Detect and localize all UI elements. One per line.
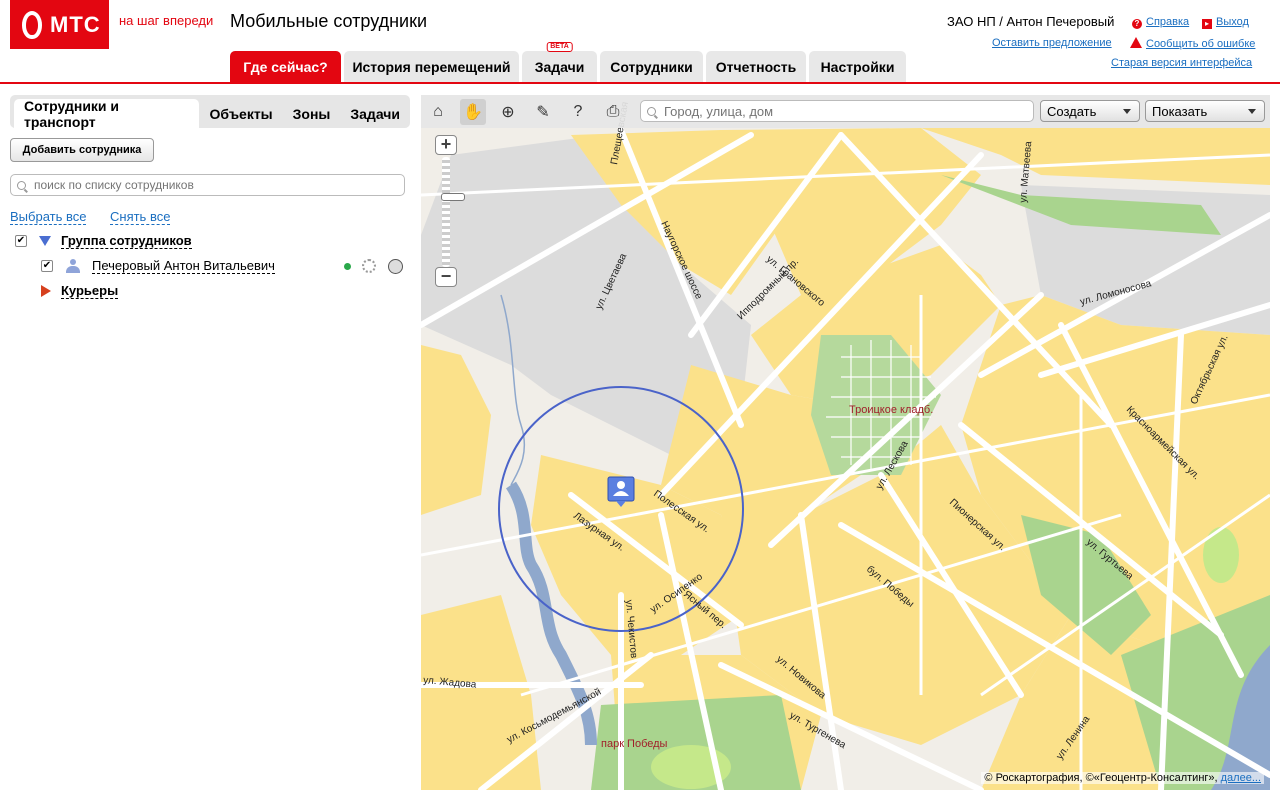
print-icon[interactable]: ⎙: [600, 99, 626, 125]
tab-label: История перемещений: [352, 59, 511, 75]
panel-tab-tasks[interactable]: Задачи: [340, 99, 410, 128]
slogan: на шаг впереди: [119, 13, 214, 28]
zoom-slider-handle[interactable]: [441, 193, 465, 201]
tab-movement-history[interactable]: История перемещений: [344, 51, 519, 83]
online-status-icon: [344, 262, 351, 270]
zoom-control: + −: [435, 135, 465, 290]
employee-search-input[interactable]: [34, 178, 374, 192]
person-icon: [65, 259, 81, 273]
ruler-icon[interactable]: ✎: [530, 99, 556, 125]
suggest-link[interactable]: Оставить предложение: [992, 37, 1112, 49]
employee-checkbox[interactable]: ✔: [41, 260, 53, 272]
create-dropdown-label: Создать: [1047, 103, 1097, 119]
expand-right-icon[interactable]: [41, 285, 51, 297]
show-dropdown-label: Показать: [1152, 103, 1208, 119]
tree-group-couriers: Курьеры: [10, 282, 410, 300]
map-search-box: [640, 100, 1034, 122]
park-label: парк Победы: [601, 738, 668, 750]
tab-where-now[interactable]: Где сейчас?: [230, 51, 341, 83]
group-couriers-label[interactable]: Курьеры: [61, 283, 119, 299]
tab-tasks[interactable]: BETA Задачи: [522, 42, 597, 83]
report-error-link[interactable]: Сообщить об ошибке: [1130, 37, 1255, 50]
beta-badge: BETA: [546, 42, 573, 52]
tree-group-employees: ✔ Группа сотрудников: [10, 232, 410, 250]
tab-employees[interactable]: Сотрудники: [600, 51, 703, 83]
tab-reports[interactable]: Отчетность: [706, 51, 806, 83]
expand-down-icon[interactable]: [39, 236, 51, 246]
add-employee-button[interactable]: Добавить сотрудника: [10, 138, 154, 162]
tab-label: Задачи: [534, 59, 585, 75]
header: МТС на шаг впереди Мобильные сотрудники …: [0, 0, 1280, 84]
copyright-text: © Роскартография, ©«Геоцентр-Консалтинг»…: [984, 772, 1218, 784]
home-icon[interactable]: ⌂: [425, 99, 451, 125]
search-icon: [17, 180, 26, 190]
loading-spinner-icon: [362, 259, 376, 273]
show-dropdown[interactable]: Показать: [1145, 100, 1265, 122]
mts-egg-icon: [22, 10, 42, 39]
tab-label: Сотрудники: [610, 59, 693, 75]
warning-icon: [1130, 37, 1142, 48]
zoom-area-icon[interactable]: ⊕: [495, 99, 521, 125]
deselect-all-link[interactable]: Снять все: [110, 209, 171, 225]
panel-tab-employees-transport[interactable]: Сотрудники и транспорт: [14, 98, 200, 130]
logo-text: МТС: [50, 11, 101, 37]
panel-tab-objects[interactable]: Объекты: [199, 99, 282, 128]
chevron-down-icon: [1123, 109, 1131, 114]
main-nav-tabs: Где сейчас? История перемещений BETA Зада…: [230, 42, 906, 83]
panel-tabs: Сотрудники и транспорт Объекты Зоны Зада…: [10, 95, 410, 130]
group-employees-label[interactable]: Группа сотрудников: [61, 233, 192, 249]
map-canvas[interactable]: Троицкое кладб. парк Победы Полесская ул…: [421, 95, 1270, 790]
employee-panel: Сотрудники и транспорт Объекты Зоны Зада…: [10, 95, 410, 795]
header-divider: [0, 82, 1280, 84]
zoom-slider-track[interactable]: [441, 157, 465, 267]
help-icon: ?: [1132, 19, 1142, 29]
select-all-link[interactable]: Выбрать все: [10, 209, 87, 225]
employee-name[interactable]: Печеровый Антон Витальевич: [92, 258, 275, 274]
help-label: Справка: [1146, 16, 1190, 28]
search-icon: [647, 106, 656, 116]
tab-label: Настройки: [820, 59, 895, 75]
zoom-out-button[interactable]: −: [435, 267, 457, 287]
user-name: ЗАО НП / Антон Печеровый: [947, 14, 1115, 29]
map-copyright: © Роскартография, ©«Геоцентр-Консалтинг»…: [981, 772, 1264, 784]
app-title: Мобильные сотрудники: [230, 11, 428, 31]
tree-employee-row: ✔ Печеровый Антон Витальевич: [10, 257, 410, 275]
zoom-in-button[interactable]: +: [435, 135, 457, 155]
cemetery-label: Троицкое кладб.: [849, 404, 933, 416]
map-toolbar: ⌂ ✋ ⊕ ✎ ? ⎙ Создать Показать: [421, 95, 1270, 128]
info-cursor-icon[interactable]: ?: [565, 99, 591, 125]
copyright-more-link[interactable]: далее...: [1221, 772, 1261, 784]
employee-location-marker[interactable]: [607, 476, 635, 508]
help-link[interactable]: ? Справка: [1132, 16, 1189, 29]
map-area[interactable]: Троицкое кладб. парк Победы Полесская ул…: [421, 95, 1270, 790]
old-interface-link[interactable]: Старая версия интерфейса: [1111, 57, 1252, 69]
logout-link[interactable]: ▸ Выход: [1202, 16, 1249, 29]
group-employees-checkbox[interactable]: ✔: [15, 235, 27, 247]
mts-logo[interactable]: МТС: [10, 0, 109, 49]
tab-label: Где сейчас?: [243, 59, 328, 75]
tab-settings[interactable]: Настройки: [809, 51, 906, 83]
panel-tab-zones[interactable]: Зоны: [283, 99, 341, 128]
tab-label: Отчетность: [715, 59, 797, 75]
logout-label: Выход: [1216, 16, 1249, 28]
clock-icon[interactable]: [388, 258, 403, 274]
employee-search-box: [10, 174, 405, 196]
logout-icon: ▸: [1202, 19, 1212, 29]
chevron-down-icon: [1248, 109, 1256, 114]
report-error-label: Сообщить об ошибке: [1146, 38, 1256, 50]
map-search-input[interactable]: [664, 103, 1024, 119]
create-dropdown[interactable]: Создать: [1040, 100, 1140, 122]
hand-icon[interactable]: ✋: [460, 99, 486, 125]
